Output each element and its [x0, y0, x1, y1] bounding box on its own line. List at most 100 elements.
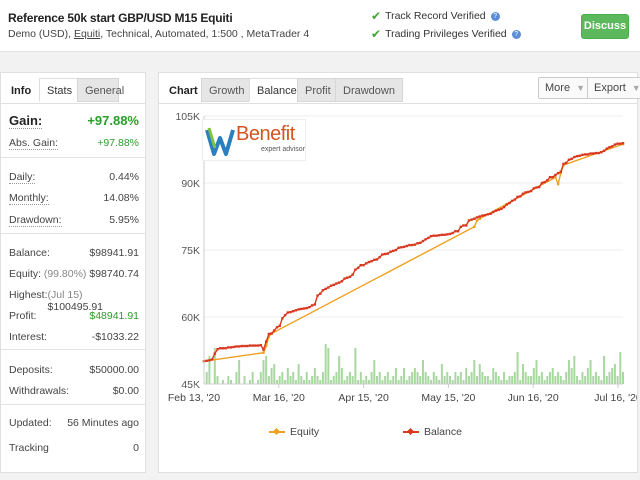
- volume-bar: [257, 380, 260, 384]
- volume-bar: [281, 372, 284, 384]
- volume-bar: [549, 372, 552, 384]
- volume-bar: [221, 380, 224, 384]
- balance-point: [416, 242, 419, 245]
- balance-point: [246, 344, 249, 348]
- balance-point: [424, 238, 427, 241]
- volume-bar: [494, 372, 497, 384]
- volume-bar: [543, 380, 546, 384]
- balance-point: [540, 181, 544, 185]
- volume-bar: [278, 376, 281, 384]
- volume-bar: [465, 368, 468, 384]
- balance-point: [394, 248, 398, 252]
- balance-point: [240, 344, 244, 348]
- volume-bar: [397, 380, 400, 384]
- more-dropdown[interactable]: More ▼: [538, 77, 592, 99]
- balance-point: [400, 246, 403, 249]
- x-tick-label: Mar 16, '20: [253, 392, 305, 404]
- tab-stats[interactable]: Stats: [39, 78, 81, 102]
- volume-bar: [605, 376, 608, 384]
- volume-bar: [573, 356, 576, 384]
- balance-point: [621, 142, 625, 145]
- volume-bar: [292, 372, 295, 384]
- tab-growth[interactable]: Growth: [201, 78, 253, 102]
- equity-value: $98740.74: [89, 268, 139, 280]
- volume-bar: [321, 372, 324, 384]
- daily-row: Daily: 0.44%: [9, 171, 139, 184]
- balance-point: [210, 358, 214, 361]
- volume-bar: [562, 380, 565, 384]
- withdrawals-label: Withdrawals:: [9, 385, 70, 397]
- volume-bar: [275, 380, 278, 384]
- volume-bar: [273, 364, 276, 384]
- logo-tagline: expert advisor: [261, 146, 305, 153]
- volume-bar: [405, 380, 408, 384]
- volume-bar: [378, 372, 381, 384]
- volume-bar: [567, 360, 570, 384]
- help-icon[interactable]: ?: [490, 11, 500, 21]
- export-dropdown[interactable]: Export ▼: [587, 77, 640, 99]
- balance-point: [548, 175, 552, 179]
- balance-point: [327, 286, 330, 289]
- equity-label: Equity:: [9, 268, 42, 280]
- balance-point: [308, 305, 311, 309]
- balance-point: [367, 260, 371, 264]
- chevron-down-icon: ▼: [631, 83, 640, 93]
- balance-point: [532, 187, 535, 190]
- balance-point: [300, 307, 303, 311]
- volume-bar: [251, 372, 254, 384]
- balance-point: [205, 359, 208, 362]
- balance-point: [343, 277, 346, 280]
- balance-point: [575, 155, 579, 158]
- balance-row: Balance: $98941.91: [9, 247, 139, 259]
- volume-bar: [357, 380, 360, 384]
- volume-bar: [351, 376, 354, 384]
- more-label: More: [545, 82, 571, 94]
- tab-info[interactable]: Info: [3, 78, 39, 102]
- volume-bar: [594, 372, 597, 384]
- x-tick-label: Apr 15, '20: [338, 392, 389, 404]
- legend-equity[interactable]: Equity: [269, 426, 319, 438]
- volume-bar: [527, 376, 530, 384]
- chart-tabs: Chart Growth Balance Profit Drawdown Mor…: [159, 73, 640, 104]
- subtitle-suffix: , Technical, Automated, 1:500 , MetaTrad…: [100, 28, 310, 40]
- volume-bar: [359, 372, 362, 384]
- balance-point: [475, 216, 479, 219]
- balance-point: [319, 292, 322, 295]
- y-tick-label: 60K: [181, 312, 200, 324]
- balance-point: [500, 207, 503, 211]
- balance-point: [213, 352, 217, 355]
- balance-point: [470, 218, 473, 221]
- balance-point: [254, 344, 257, 347]
- volume-bar: [348, 372, 351, 384]
- divider: [1, 349, 145, 350]
- volume-bar: [289, 376, 292, 384]
- help-icon[interactable]: ?: [511, 29, 521, 39]
- volume-bar: [430, 380, 433, 384]
- tab-general[interactable]: General: [77, 78, 124, 102]
- balance-point: [565, 161, 568, 165]
- volume-bar: [546, 376, 549, 384]
- tab-drawdown[interactable]: Drawdown: [335, 78, 403, 102]
- checkmark-icon: ✔: [371, 9, 382, 23]
- discuss-button[interactable]: Discuss: [581, 14, 629, 39]
- volume-bar: [313, 368, 316, 384]
- track-record-label: Track Record Verified: [385, 10, 486, 22]
- volume-bar: [446, 372, 449, 384]
- broker-link[interactable]: Equiti: [74, 28, 100, 40]
- balance-point: [389, 250, 392, 253]
- tab-profit[interactable]: Profit: [297, 78, 339, 102]
- balance-point: [289, 310, 292, 314]
- volume-bar: [338, 356, 341, 384]
- volume-bar: [400, 376, 403, 384]
- balance-point: [227, 346, 230, 349]
- volume-bar: [511, 376, 514, 384]
- equity-marker-icon: [269, 427, 285, 436]
- volume-bar: [616, 376, 619, 384]
- balance-point: [262, 348, 265, 351]
- balance-point: [359, 263, 362, 267]
- volume-bar: [376, 376, 379, 384]
- volume-bar: [592, 376, 595, 384]
- legend-balance[interactable]: Balance: [403, 426, 462, 438]
- volume-bar: [478, 364, 481, 384]
- deposits-label: Deposits:: [9, 364, 53, 376]
